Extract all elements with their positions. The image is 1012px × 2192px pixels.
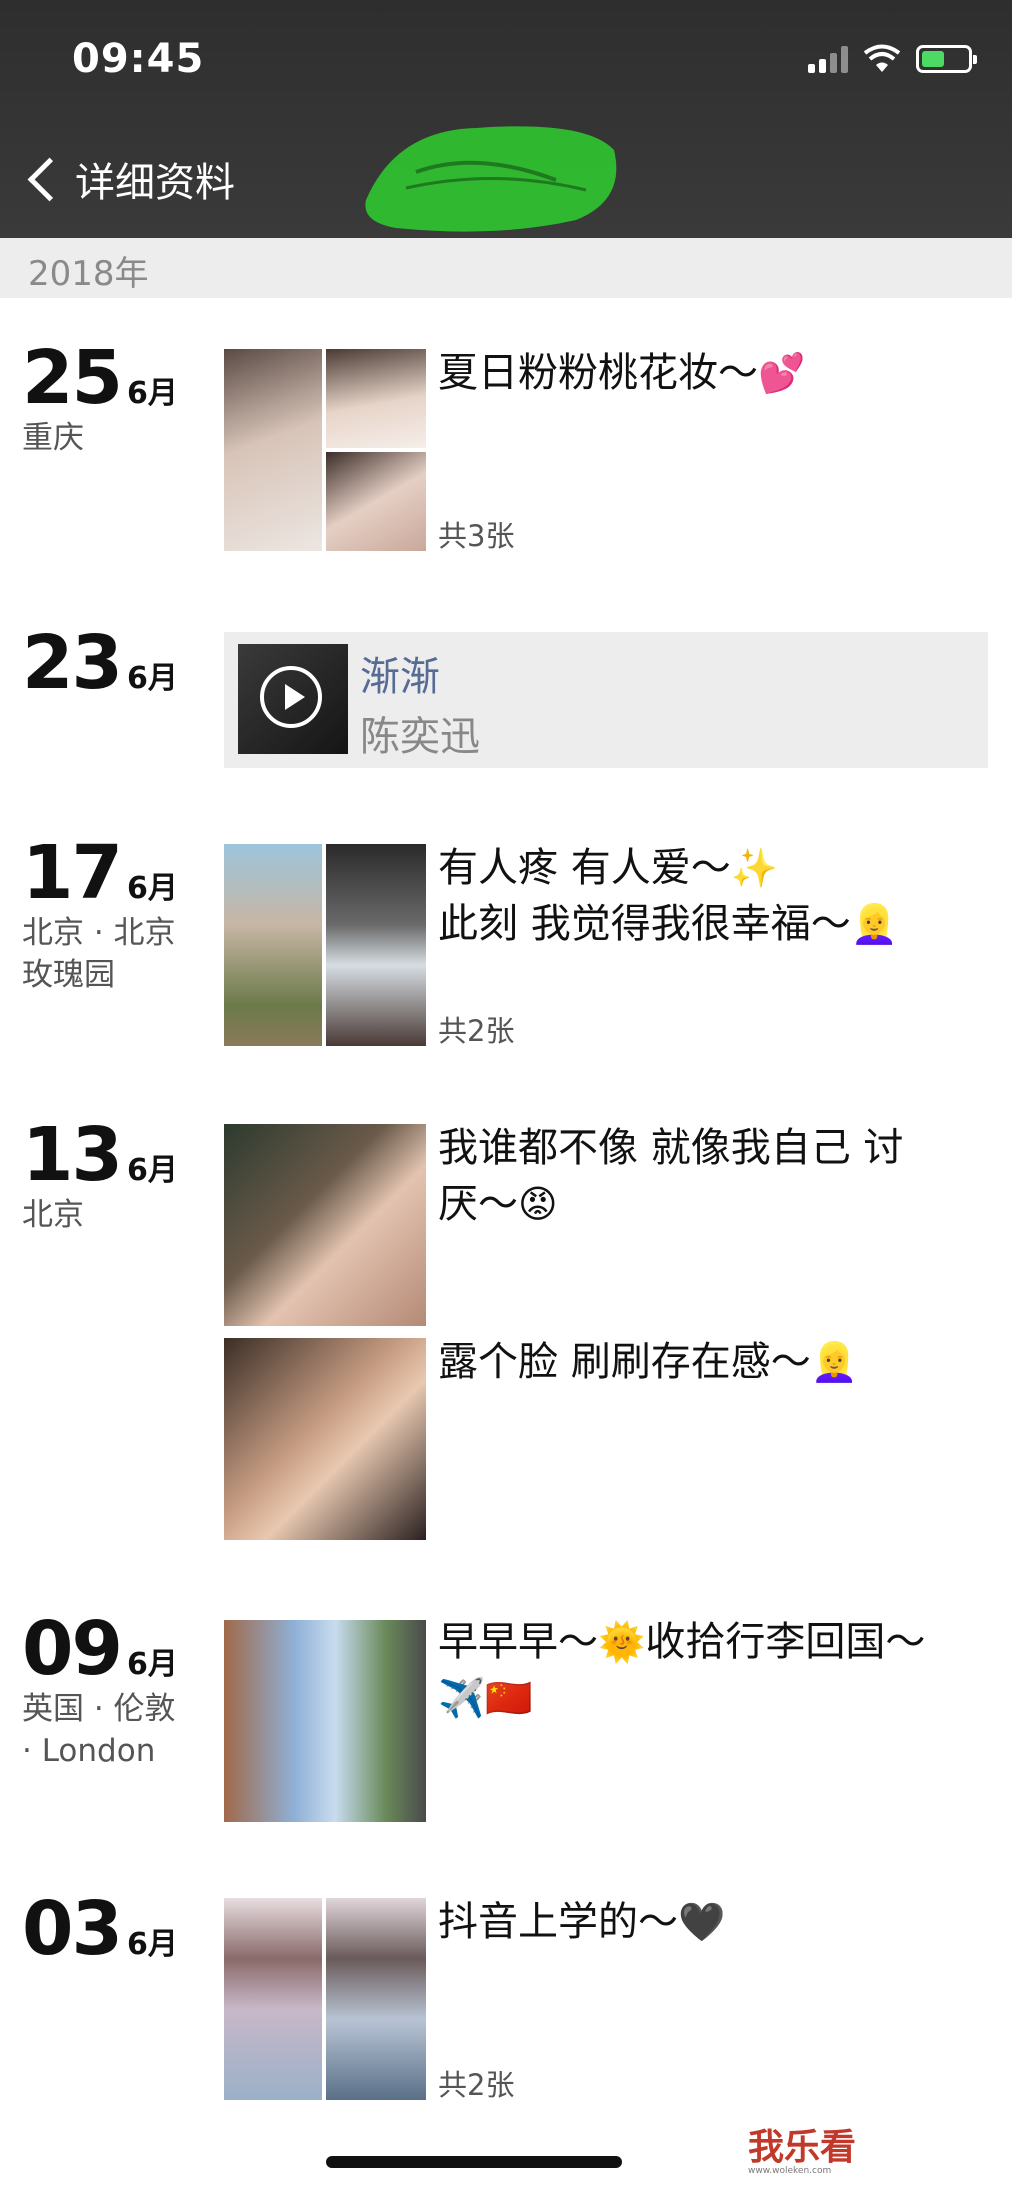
- post-caption: 早早早～🌞收拾行李回国～ ✈️🇨🇳: [438, 1614, 998, 1726]
- location-line: 玫瑰园: [22, 957, 115, 993]
- photo-count: 共3张: [438, 519, 515, 553]
- photo[interactable]: [224, 1124, 426, 1326]
- photo-grid[interactable]: [224, 844, 426, 1046]
- year-label: 2018年: [28, 254, 149, 294]
- post-month: 6月: [126, 871, 178, 906]
- back-button[interactable]: 详细资料: [26, 150, 235, 208]
- post-month: 6月: [126, 1647, 178, 1682]
- post-date: 25 6月 重庆: [22, 335, 222, 459]
- year-strip: 2018年: [0, 238, 1012, 298]
- post-day: 13: [22, 1112, 123, 1198]
- post-month: 6月: [126, 376, 178, 411]
- post-location: 北京 · 北京 玫瑰园: [22, 912, 222, 996]
- photo[interactable]: [224, 1898, 322, 2100]
- china-flag-emoji: 🇨🇳: [485, 1676, 533, 1720]
- chevron-left-icon: [27, 157, 72, 201]
- photo[interactable]: [224, 1620, 426, 1822]
- post-caption: 露个脸 刷刷存在感～👱‍♀️: [438, 1334, 998, 1390]
- blonde-woman-emoji: 👱‍♀️: [810, 1340, 859, 1384]
- post-day: 17: [22, 830, 123, 916]
- caption-text: 厌～: [438, 1181, 518, 1227]
- post-month: 6月: [126, 1153, 178, 1188]
- photo-grid[interactable]: [224, 349, 426, 551]
- signal-icon: [808, 45, 848, 73]
- post-date: 13 6月 北京: [22, 1112, 222, 1236]
- redaction-scribble: [365, 126, 617, 232]
- caption-text: 有人疼 有人爱～: [438, 845, 731, 891]
- status-time: 09:45: [72, 36, 205, 82]
- location-line: · London: [22, 1733, 156, 1769]
- photo-grid[interactable]: [224, 1620, 426, 1822]
- post-date: 09 6月 英国 · 伦敦 · London: [22, 1606, 222, 1772]
- post-date: 23 6月: [22, 620, 222, 706]
- back-label: 详细资料: [75, 160, 235, 206]
- photo[interactable]: [326, 349, 426, 448]
- music-thumbnail[interactable]: [238, 644, 348, 754]
- music-title: 渐渐: [360, 654, 440, 700]
- post-date: 17 6月 北京 · 北京 玫瑰园: [22, 830, 222, 996]
- music-card[interactable]: 渐渐 陈奕迅: [224, 632, 988, 768]
- caption-text: 夏日粉粉桃花妆～: [438, 350, 758, 396]
- caption-text: 我谁都不像 就像我自己 讨: [438, 1125, 904, 1171]
- top-bar: 09:45 详细资料: [0, 0, 1012, 238]
- post-caption: 抖音上学的～🖤: [438, 1894, 998, 1950]
- post-location: 重庆: [22, 420, 84, 456]
- watermark-text: 我乐看: [748, 2127, 857, 2168]
- photo-count: 共2张: [438, 2068, 515, 2102]
- post-caption: 夏日粉粉桃花妆～💕: [438, 345, 998, 401]
- post-day: 23: [22, 620, 123, 706]
- airplane-emoji: ✈️: [438, 1676, 486, 1720]
- hearts-emoji: 💕: [758, 351, 806, 395]
- caption-text: 抖音上学的～: [438, 1899, 678, 1945]
- post-caption: 我谁都不像 就像我自己 讨 厌～😡: [438, 1120, 998, 1232]
- black-heart-emoji: 🖤: [678, 1900, 726, 1944]
- photo-grid[interactable]: [224, 1898, 426, 2100]
- blonde-woman-emoji: 👱‍♀️: [850, 902, 899, 946]
- watermark: 我乐看 www.woleken.com: [748, 2118, 856, 2176]
- photo-count: 共2张: [438, 1014, 515, 1048]
- caption-text: 此刻 我觉得我很幸福～: [438, 901, 851, 947]
- post-caption: 有人疼 有人爱～✨ 此刻 我觉得我很幸福～👱‍♀️: [438, 840, 998, 952]
- photo-grid[interactable]: [224, 1124, 426, 1326]
- music-artist: 陈奕迅: [360, 714, 480, 760]
- post-location: 英国 · 伦敦 · London: [22, 1688, 222, 1772]
- post-day: 03: [22, 1886, 123, 1972]
- post-month: 6月: [126, 1927, 178, 1962]
- home-indicator[interactable]: [326, 2156, 622, 2168]
- photo[interactable]: [224, 844, 322, 1046]
- photo[interactable]: [326, 844, 426, 1046]
- sparkles-emoji: ✨: [730, 846, 779, 890]
- angry-face-emoji: 😡: [518, 1182, 558, 1226]
- photo[interactable]: [326, 1898, 426, 2100]
- post-date: 03 6月: [22, 1886, 222, 1972]
- wifi-icon: [863, 44, 901, 72]
- location-line: 北京 · 北京: [22, 915, 176, 951]
- post-location: 北京: [22, 1197, 84, 1233]
- photo[interactable]: [326, 452, 426, 551]
- photo-grid[interactable]: [224, 1338, 426, 1540]
- play-icon[interactable]: [260, 666, 322, 728]
- battery-icon: [916, 45, 977, 73]
- caption-text: 早早早～: [438, 1619, 598, 1665]
- location-line: 英国 · 伦敦: [22, 1691, 176, 1727]
- photo[interactable]: [224, 349, 322, 551]
- post-day: 25: [22, 335, 123, 421]
- caption-text: 收拾行李回国～: [645, 1619, 926, 1665]
- sun-emoji: 🌞: [598, 1620, 646, 1664]
- post-month: 6月: [126, 661, 178, 696]
- post-day: 09: [22, 1606, 123, 1692]
- photo[interactable]: [224, 1338, 426, 1540]
- caption-text: 露个脸 刷刷存在感～: [438, 1339, 811, 1385]
- status-icons: [808, 44, 977, 74]
